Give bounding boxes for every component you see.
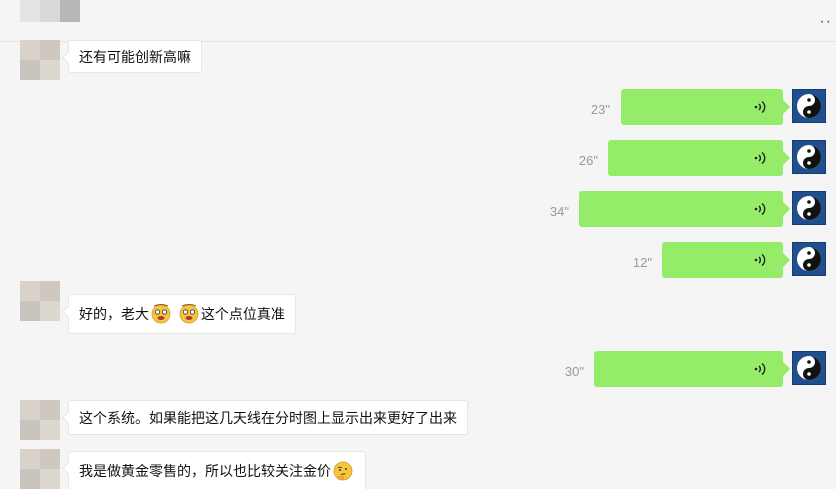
incoming-message[interactable]: 好的，老大 这个点位真准 <box>68 294 296 334</box>
avatar[interactable] <box>792 242 826 276</box>
avatar[interactable] <box>792 140 826 174</box>
avatar[interactable] <box>20 281 60 321</box>
avatar[interactable] <box>20 400 60 440</box>
avatar[interactable] <box>792 191 826 225</box>
dizzy-face-emoji <box>151 304 171 324</box>
more-icon[interactable]: ·· <box>819 14 832 30</box>
voice-wave-icon <box>754 362 766 376</box>
message-text: 我是做黄金零售的，所以也比较关注金价 <box>79 463 331 479</box>
voice-duration: 12" <box>632 255 652 270</box>
chat-header: ·· <box>0 0 836 42</box>
yin-yang-icon <box>797 356 821 380</box>
incoming-message[interactable]: 我是做黄金零售的，所以也比较关注金价 <box>68 451 366 489</box>
message-text: 这个系统。如果能把这几天线在分时图上显示出来更好了出来 <box>79 410 457 426</box>
voice-wave-icon <box>754 151 766 165</box>
thinking-face-emoji <box>333 461 353 481</box>
voice-wave-icon <box>754 100 766 114</box>
voice-duration: 23" <box>590 102 610 117</box>
dizzy-face-emoji <box>179 304 199 324</box>
yin-yang-icon <box>797 94 821 118</box>
voice-duration: 26" <box>578 153 598 168</box>
voice-duration: 30" <box>564 364 584 379</box>
voice-message[interactable] <box>594 351 783 387</box>
yin-yang-icon <box>797 145 821 169</box>
yin-yang-icon <box>797 247 821 271</box>
voice-wave-icon <box>754 202 766 216</box>
voice-duration: 34" <box>549 204 569 219</box>
voice-message[interactable] <box>662 242 783 278</box>
incoming-message[interactable]: 还有可能创新高嘛 <box>68 40 202 73</box>
message-text: 还有可能创新高嘛 <box>79 49 191 65</box>
avatar[interactable] <box>20 40 60 80</box>
avatar[interactable] <box>20 449 60 489</box>
chat-window: ·· 还有可能创新高嘛 23" 26" 34" 12" 好的，老大 这个点位真准 <box>0 0 836 489</box>
message-text: 这个点位真准 <box>200 306 285 322</box>
message-text: 好的，老大 <box>79 306 149 322</box>
voice-wave-icon <box>754 253 766 267</box>
avatar[interactable] <box>792 351 826 385</box>
voice-message[interactable] <box>579 191 783 227</box>
voice-message[interactable] <box>608 140 783 176</box>
avatar[interactable] <box>20 0 80 22</box>
avatar[interactable] <box>792 89 826 123</box>
yin-yang-icon <box>797 196 821 220</box>
incoming-message[interactable]: 这个系统。如果能把这几天线在分时图上显示出来更好了出来 <box>68 400 468 435</box>
voice-message[interactable] <box>621 89 783 125</box>
